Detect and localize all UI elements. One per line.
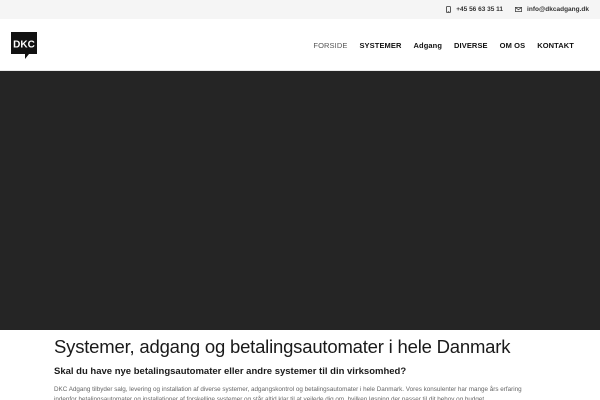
envelope-icon: [515, 7, 522, 12]
nav-item-diverse[interactable]: DIVERSE: [454, 41, 488, 50]
main-navigation: FORSIDE SYSTEMER Adgang DIVERSE OM OS KO…: [301, 19, 574, 71]
phone-number: +45 56 63 35 11: [456, 6, 504, 13]
page-subtitle: Skal du have nye betalingsautomater elle…: [54, 366, 407, 377]
nav-item-adgang[interactable]: Adgang: [414, 41, 443, 50]
email-address: info@dkcadgang.dk: [527, 6, 589, 13]
intro-paragraph: DKC Adgang tilbyder salg, levering og in…: [54, 386, 522, 400]
phone-contact[interactable]: +45 56 63 35 11: [446, 6, 503, 13]
nav-item-systemer[interactable]: SYSTEMER: [359, 41, 401, 50]
top-contact-bar: +45 56 63 35 11 info@dkcadgang.dk: [0, 0, 600, 19]
hero-banner: [0, 71, 600, 330]
logo-text: DKC: [13, 40, 35, 51]
main-content: Systemer, adgang og betalingsautomater i…: [54, 330, 546, 400]
dkc-logo[interactable]: DKC: [9, 30, 39, 60]
page-title: Systemer, adgang og betalingsautomater i…: [54, 336, 511, 357]
site-header: DKC FORSIDE SYSTEMER Adgang DIVERSE OM O…: [0, 19, 600, 71]
email-contact[interactable]: info@dkcadgang.dk: [515, 6, 589, 13]
nav-item-kontakt[interactable]: KONTAKT: [537, 41, 574, 50]
nav-item-forside[interactable]: FORSIDE: [313, 41, 347, 50]
phone-icon: [446, 6, 452, 13]
nav-item-om-os[interactable]: OM OS: [500, 41, 526, 50]
